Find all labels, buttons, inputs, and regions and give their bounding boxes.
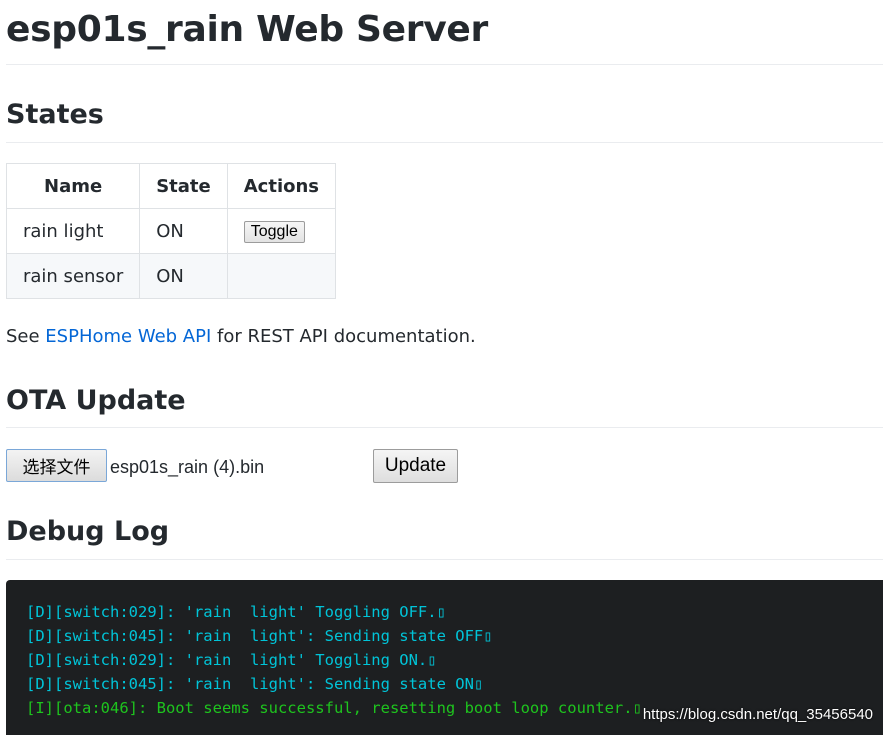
states-divider [6,142,883,143]
entity-actions [226,253,337,299]
log-line: [D][switch:045]: 'rain light': Sending s… [26,675,484,693]
column-header-state: State [139,163,228,209]
entity-actions: Toggle [226,208,337,254]
selected-file-name: esp01s_rain (4).bin [110,457,265,477]
ota-divider [6,427,883,428]
page-title: esp01s_rain Web Server [6,9,488,50]
states-heading: States [6,99,104,130]
states-table: Name State Actions rain light ON Toggle … [5,163,337,299]
title-divider [6,64,883,65]
entity-state: ON [139,208,228,254]
api-documentation-note: See ESPHome Web API for REST API documen… [6,324,476,350]
log-line: [D][switch:045]: 'rain light': Sending s… [26,627,493,645]
entity-state: ON [139,253,228,299]
csdn-watermark: https://blog.csdn.net/qq_35456540 [642,706,873,723]
column-header-name: Name [5,163,141,209]
log-line: [D][switch:029]: 'rain light' Toggling O… [26,603,446,621]
debug-log-divider [6,559,883,560]
entity-name: rain light [5,208,141,254]
log-line: [D][switch:029]: 'rain light' Toggling O… [26,651,437,669]
table-row: rain light ON Toggle [5,208,337,254]
update-button[interactable]: Update [373,449,458,483]
api-note-suffix: for REST API documentation. [211,326,476,347]
column-header-actions: Actions [226,163,337,209]
states-header-row: Name State Actions [5,163,337,209]
toggle-button[interactable]: Toggle [243,220,305,243]
esphome-web-api-link[interactable]: ESPHome Web API [45,326,211,347]
api-note-prefix: See [6,326,46,347]
table-row: rain sensor ON [5,253,337,299]
debug-log-heading: Debug Log [6,516,170,547]
ota-update-heading: OTA Update [6,385,186,416]
entity-name: rain sensor [5,253,141,299]
choose-file-button[interactable]: 选择文件 [6,449,107,482]
